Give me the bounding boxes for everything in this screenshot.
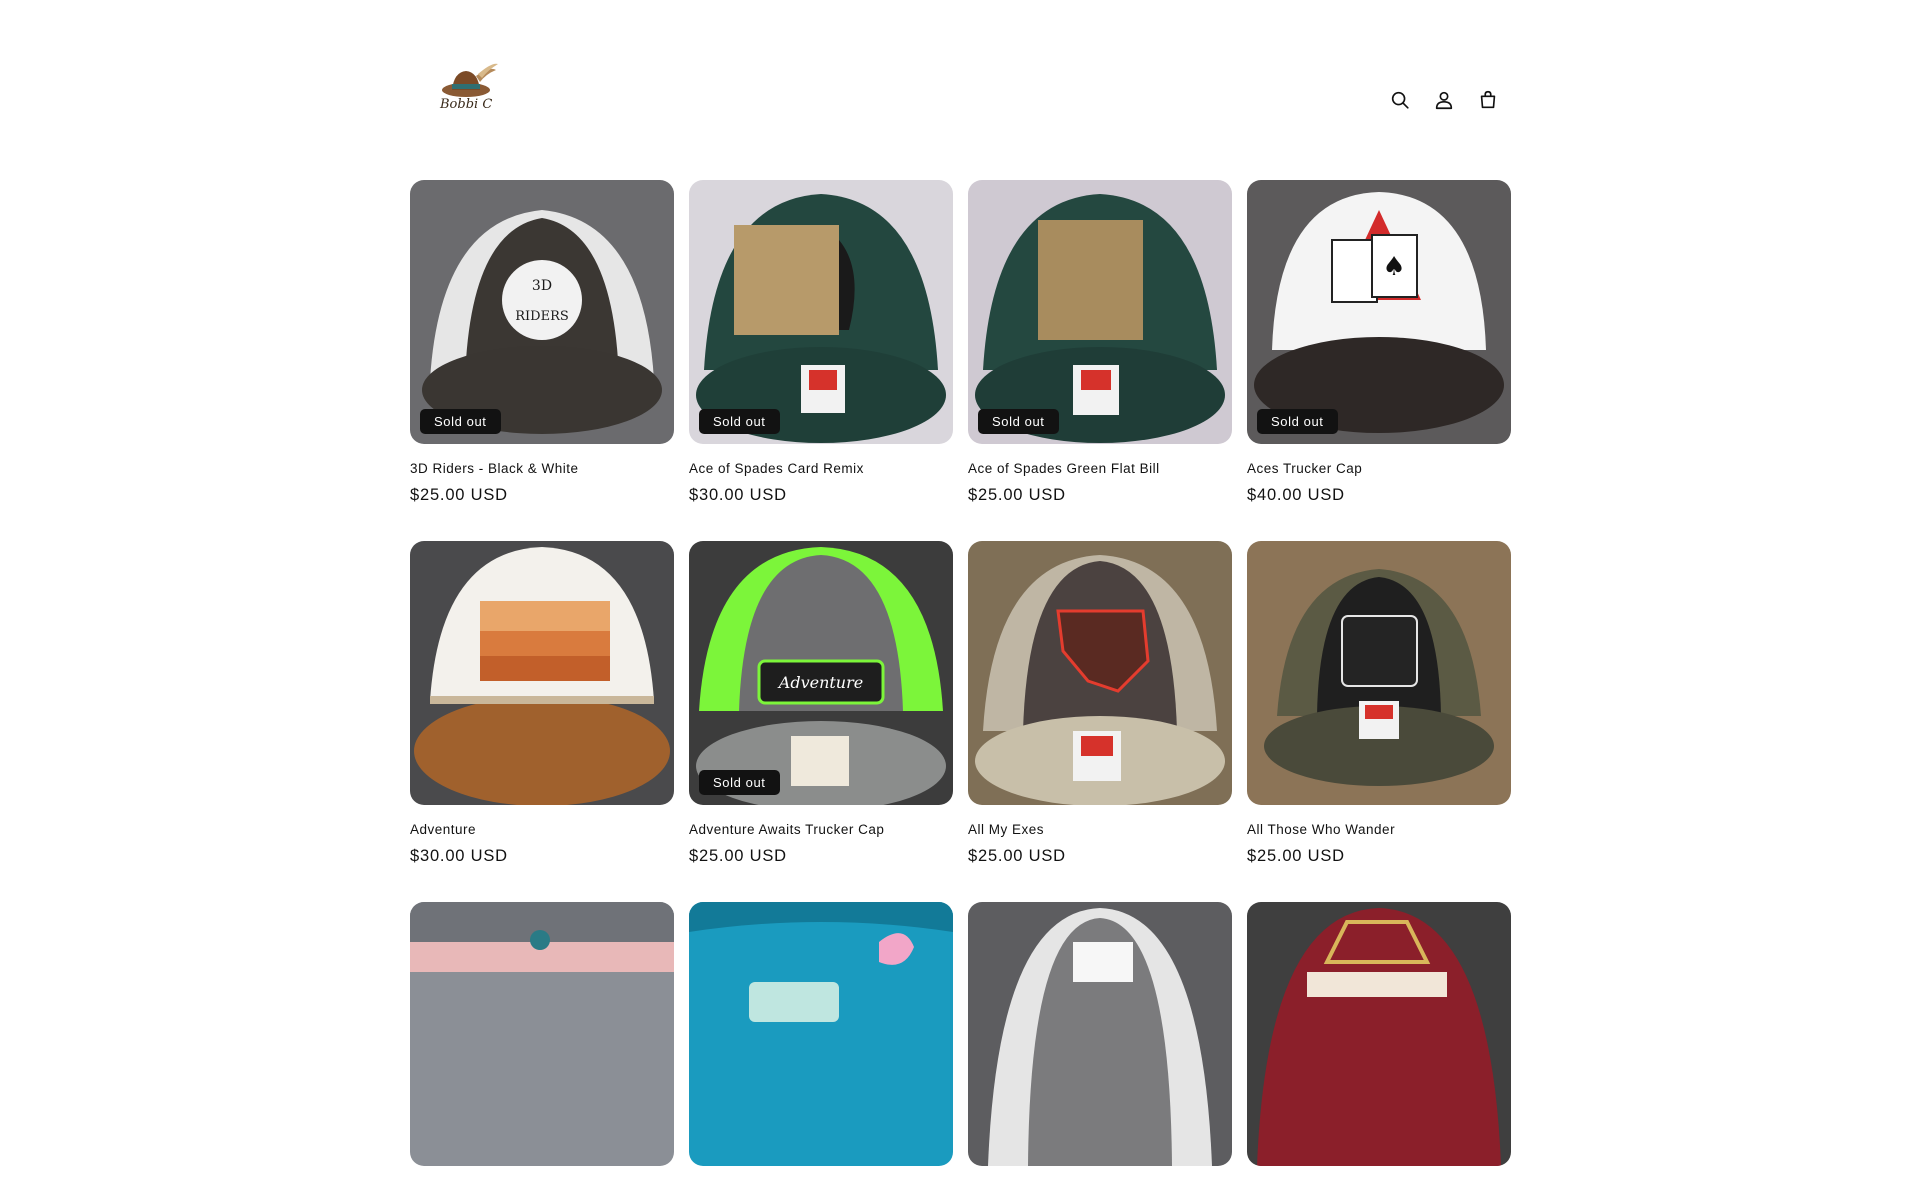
product-card[interactable] (1247, 902, 1511, 1183)
product-image[interactable] (1247, 541, 1511, 805)
sold-out-badge: Sold out (699, 409, 780, 434)
product-price: $25.00 USD (968, 486, 1066, 504)
product-image[interactable]: Adventure Sold out (689, 541, 953, 805)
product-card[interactable]: All Those Who Wander $25.00 USD (1247, 541, 1511, 866)
sold-out-badge: Sold out (1257, 409, 1338, 434)
product-image[interactable] (410, 541, 674, 805)
product-image[interactable]: Sold out (689, 180, 953, 444)
search-icon[interactable] (1378, 78, 1422, 122)
product-card[interactable]: 3D RIDERS Sold out 3D Riders - Black & W… (410, 180, 674, 505)
product-card[interactable]: Sold out Ace of Spades Card Remix $30.00… (689, 180, 953, 505)
product-image[interactable] (968, 902, 1232, 1166)
sold-out-badge: Sold out (978, 409, 1059, 434)
product-title[interactable]: All Those Who Wander (1247, 822, 1511, 837)
hat-logo-icon: Bobbi C (439, 63, 498, 112)
store-logo[interactable]: Bobbi C (432, 60, 502, 120)
product-price: $30.00 USD (689, 486, 787, 504)
header-icons (1378, 78, 1510, 122)
product-image[interactable] (410, 902, 674, 1166)
product-card[interactable]: Adventure Sold out Adventure Awaits Truc… (689, 541, 953, 866)
product-grid: 3D RIDERS Sold out 3D Riders - Black & W… (410, 180, 1511, 1183)
product-price: $25.00 USD (1247, 847, 1345, 865)
product-card[interactable]: Sold out Ace of Spades Green Flat Bill $… (968, 180, 1232, 505)
sold-out-badge: Sold out (420, 409, 501, 434)
product-image[interactable]: ♠ Sold out (1247, 180, 1511, 444)
svg-text:3D: 3D (532, 278, 552, 294)
product-title[interactable]: Ace of Spades Card Remix (689, 461, 953, 476)
cart-icon[interactable] (1466, 78, 1510, 122)
product-image[interactable]: 3D RIDERS Sold out (410, 180, 674, 444)
product-price: $25.00 USD (410, 486, 508, 504)
svg-text:RIDERS: RIDERS (515, 309, 569, 324)
product-title[interactable]: Adventure (410, 822, 674, 837)
product-price: $30.00 USD (410, 847, 508, 865)
product-price: $25.00 USD (689, 847, 787, 865)
sold-out-badge: Sold out (699, 770, 780, 795)
product-title[interactable]: 3D Riders - Black & White (410, 461, 674, 476)
product-price: $40.00 USD (1247, 486, 1345, 504)
site-header: Bobbi C (410, 0, 1510, 180)
product-image[interactable] (1247, 902, 1511, 1166)
product-image[interactable]: Sold out (968, 180, 1232, 444)
product-image[interactable] (968, 541, 1232, 805)
svg-text:Adventure: Adventure (777, 673, 863, 692)
product-title[interactable]: Aces Trucker Cap (1247, 461, 1511, 476)
product-title[interactable]: Adventure Awaits Trucker Cap (689, 822, 953, 837)
product-card[interactable] (689, 902, 953, 1183)
svg-text:Bobbi C: Bobbi C (439, 97, 492, 112)
product-card[interactable]: Adventure $30.00 USD (410, 541, 674, 866)
product-title[interactable]: Ace of Spades Green Flat Bill (968, 461, 1232, 476)
product-image[interactable] (689, 902, 953, 1166)
product-card[interactable] (968, 902, 1232, 1183)
product-card[interactable]: All My Exes $25.00 USD (968, 541, 1232, 866)
account-icon[interactable] (1422, 78, 1466, 122)
product-card[interactable] (410, 902, 674, 1183)
svg-text:♠: ♠ (1382, 252, 1405, 282)
product-card[interactable]: ♠ Sold out Aces Trucker Cap $40.00 USD (1247, 180, 1511, 505)
product-title[interactable]: All My Exes (968, 822, 1232, 837)
product-price: $25.00 USD (968, 847, 1066, 865)
